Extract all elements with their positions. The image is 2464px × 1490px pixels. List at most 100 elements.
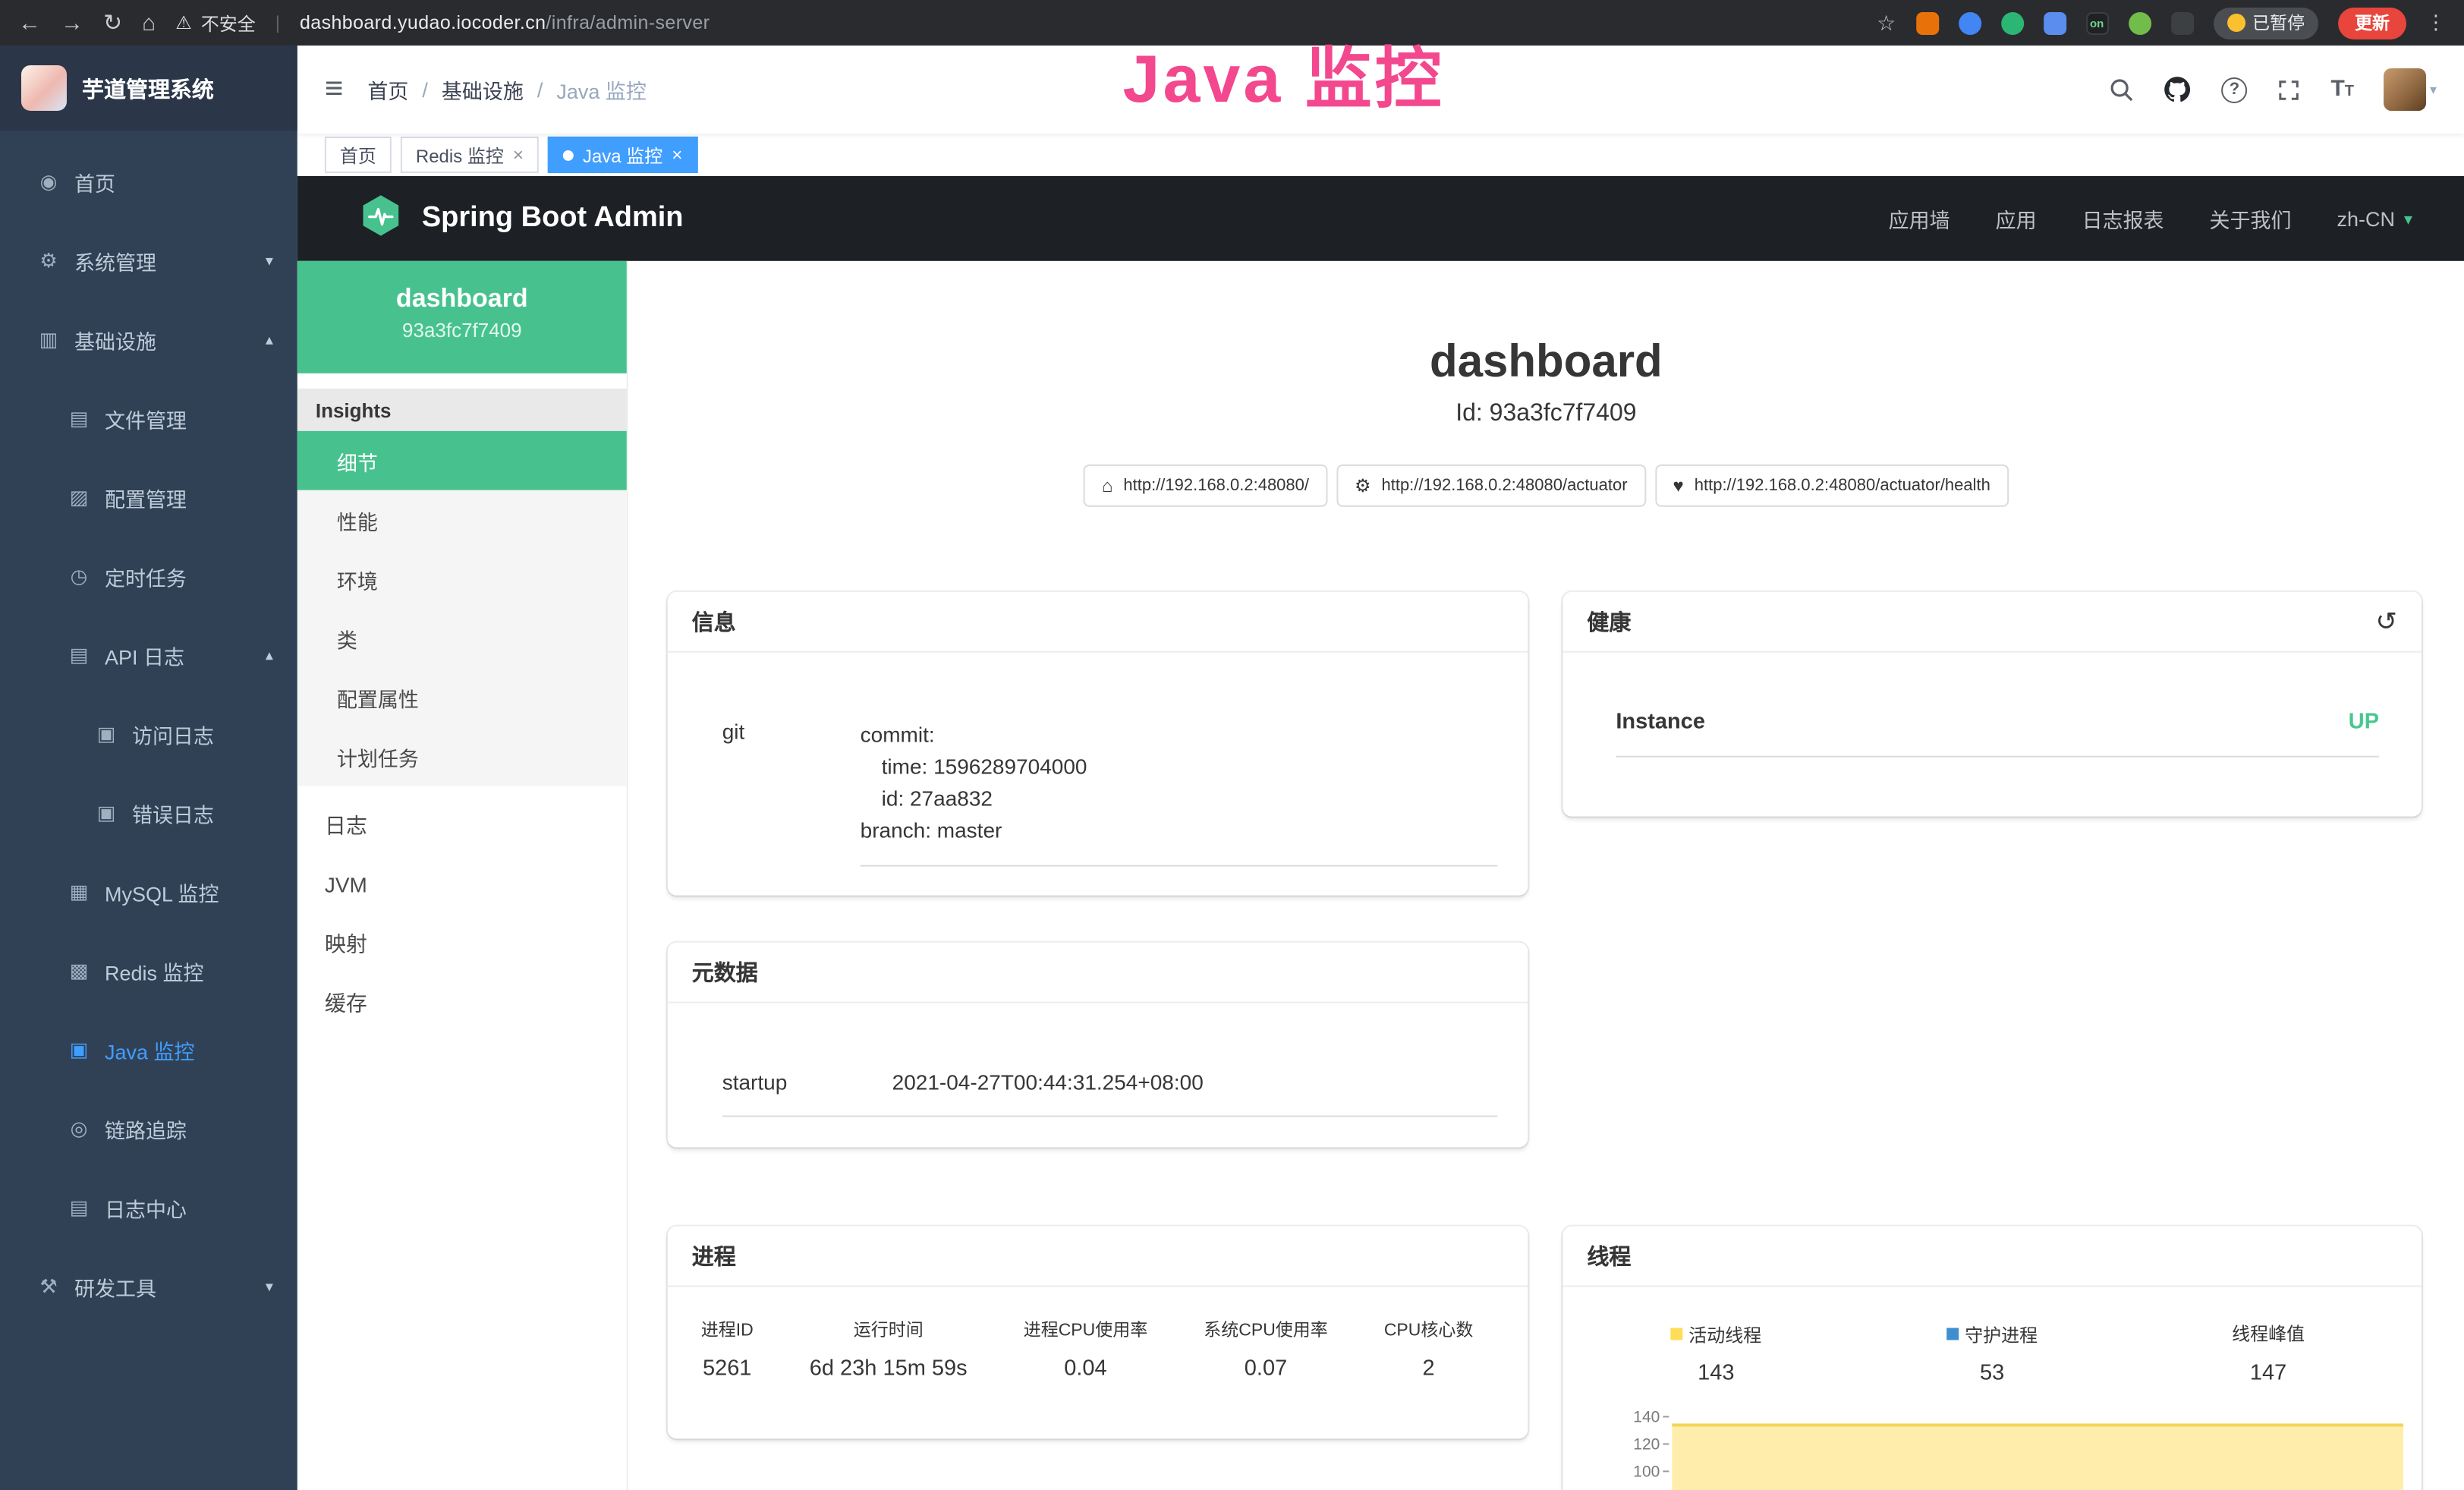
trace-icon: ◎ — [67, 1117, 91, 1142]
sidebar-item-scheduled-job[interactable]: ◷ 定时任务 — [0, 537, 297, 616]
actuator-url-button[interactable]: ⚙ http://192.168.0.2:48080/actuator — [1336, 465, 1646, 507]
card-title: 线程 — [1587, 1240, 1631, 1272]
sba-menu-config-props[interactable]: 配置属性 — [297, 668, 627, 727]
sidebar-item-api-log[interactable]: ▤ API 日志 ▴ — [0, 616, 297, 695]
breadcrumb-home[interactable]: 首页 — [367, 74, 408, 105]
sidebar-item-home[interactable]: ◉ 首页 — [0, 143, 297, 222]
tab-label: Redis 监控 — [416, 142, 504, 168]
search-icon[interactable] — [2110, 77, 2134, 102]
app-logo-row[interactable]: 芋道管理系统 — [0, 46, 297, 131]
sba-menu-mappings[interactable]: 映射 — [297, 914, 627, 973]
timer-icon: ◷ — [67, 565, 91, 589]
edit-icon: ▨ — [67, 486, 91, 510]
browser-home-icon[interactable]: ⌂ — [142, 11, 156, 34]
tab-java-monitor[interactable]: Java 监控 × — [548, 137, 697, 173]
sba-nav-wallboard[interactable]: 应用墙 — [1889, 203, 1950, 234]
git-time-line: time: 1596289704000 — [861, 751, 1498, 783]
threads-chart: 140 120 100 — [1593, 1408, 2403, 1490]
sidebar-item-error-log[interactable]: ▣ 错误日志 — [0, 774, 297, 853]
sba-brand[interactable]: Spring Boot Admin — [422, 202, 684, 235]
paused-badge[interactable]: 已暂停 — [2213, 7, 2318, 39]
sba-menu-logs[interactable]: 日志 — [297, 795, 627, 855]
close-icon[interactable]: × — [672, 144, 682, 165]
forward-icon[interactable]: → — [61, 11, 83, 34]
mysql-icon: ▦ — [67, 880, 91, 905]
legend-value: 53 — [1854, 1361, 2130, 1385]
sba-menu-details[interactable]: 细节 — [297, 431, 627, 490]
extension-icon[interactable] — [2170, 11, 2193, 34]
actuator-url-label: http://192.168.0.2:48080/actuator — [1381, 477, 1627, 495]
font-size-icon[interactable]: TT — [2330, 76, 2354, 103]
extension-icon[interactable] — [1915, 11, 1938, 34]
sidebar-item-redis-monitor[interactable]: ▩ Redis 监控 — [0, 932, 297, 1011]
legend-label: 守护进程 — [1965, 1321, 2038, 1347]
column-header: CPU核心数 — [1384, 1317, 1474, 1341]
y-tick: 140 — [1593, 1408, 1660, 1435]
sidebar-item-access-log[interactable]: ▣ 访问日志 — [0, 695, 297, 774]
instance-url-button[interactable]: ⌂ http://192.168.0.2:48080/ — [1084, 465, 1327, 507]
sba-nav-about[interactable]: 关于我们 — [2210, 203, 2292, 234]
screenshot-root: ← → ↻ ⌂ ⚠ 不安全 | dashboard.yudao.iocoder.… — [0, 0, 2464, 1490]
sidebar-item-trace[interactable]: ◎ 链路追踪 — [0, 1090, 297, 1169]
github-icon[interactable] — [2164, 76, 2192, 103]
sidebar-item-file-manage[interactable]: ▤ 文件管理 — [0, 380, 297, 458]
fullscreen-icon[interactable] — [2277, 78, 2300, 101]
browser-menu-icon[interactable]: ⋮ — [2426, 11, 2446, 35]
metadata-key: startup — [722, 1070, 892, 1095]
card-title: 元数据 — [692, 956, 758, 988]
sidebar-item-system[interactable]: ⚙ 系统管理 ▾ — [0, 222, 297, 301]
language-selector[interactable]: zh-CN ▾ — [2337, 207, 2412, 230]
sba-menu-scheduled-tasks[interactable]: 计划任务 — [297, 727, 627, 786]
history-icon[interactable]: ↺ — [2376, 606, 2397, 637]
spring-boot-admin-logo — [358, 192, 404, 245]
sba-nav-applications[interactable]: 应用 — [1996, 203, 2037, 234]
sba-menu-jvm[interactable]: JVM — [297, 855, 627, 914]
back-icon[interactable]: ← — [18, 11, 41, 34]
health-url-button[interactable]: ♥ http://192.168.0.2:48080/actuator/heal… — [1655, 465, 2009, 507]
sidebar-item-mysql-monitor[interactable]: ▦ MySQL 监控 — [0, 853, 297, 932]
sidebar-item-label: MySQL 监控 — [105, 877, 219, 908]
cell-value: 0.04 — [1024, 1356, 1148, 1381]
sidebar-item-devtools[interactable]: ⚒ 研发工具 ▾ — [0, 1248, 297, 1327]
close-icon[interactable]: × — [513, 144, 524, 165]
collapse-sidebar-icon[interactable]: ≡ — [325, 71, 344, 108]
sidebar-item-log-center[interactable]: ▤ 日志中心 — [0, 1169, 297, 1248]
metadata-value: 2021-04-27T00:44:31.254+08:00 — [892, 1070, 1204, 1095]
help-icon[interactable]: ? — [2221, 77, 2247, 102]
extension-on-badge: on — [2090, 16, 2104, 30]
extension-icon[interactable] — [2128, 11, 2151, 34]
tab-redis-monitor[interactable]: Redis 监控 × — [401, 137, 539, 173]
extension-icon[interactable] — [2000, 11, 2023, 34]
metadata-card: 元数据 startup 2021-04-27T00:44:31.254+08:0… — [668, 943, 1528, 1148]
url-path: /infra/admin-server — [546, 12, 710, 33]
process-col-pid: 进程ID 5261 — [701, 1317, 754, 1381]
log-icon: ▤ — [67, 644, 91, 668]
sba-menu-environment[interactable]: 环境 — [297, 550, 627, 609]
browser-update-button[interactable]: 更新 — [2338, 7, 2406, 39]
user-avatar[interactable]: ▾ — [2384, 68, 2437, 111]
card-title: 信息 — [692, 606, 736, 638]
process-table: 进程ID 5261 运行时间 6d 23h 15m 59s 进程CPU使用率 0… — [668, 1287, 1528, 1381]
extension-icon[interactable]: on — [2085, 11, 2108, 34]
breadcrumb-infra[interactable]: 基础设施 — [442, 74, 524, 105]
info-key: git — [722, 720, 861, 867]
paused-label: 已暂停 — [2252, 11, 2305, 35]
sidebar-item-config-manage[interactable]: ▨ 配置管理 — [0, 458, 297, 537]
tab-home[interactable]: 首页 — [325, 137, 392, 173]
site-security-chip[interactable]: ⚠ 不安全 — [175, 10, 256, 36]
sba-menu-caches[interactable]: 缓存 — [297, 973, 627, 1032]
reload-icon[interactable]: ↻ — [103, 11, 122, 34]
log-center-icon: ▤ — [67, 1196, 91, 1221]
sba-menu-classes[interactable]: 类 — [297, 609, 627, 668]
sidebar-item-infra[interactable]: ▥ 基础设施 ▴ — [0, 301, 297, 380]
sidebar-item-java-monitor[interactable]: ▣ Java 监控 — [0, 1011, 297, 1090]
sba-nav-journal[interactable]: 日志报表 — [2082, 203, 2164, 234]
instance-title: dashboard — [628, 337, 2464, 389]
instance-header[interactable]: dashboard 93a3fc7f7409 — [297, 261, 627, 373]
extension-icon[interactable] — [2043, 11, 2066, 34]
extension-icon[interactable] — [1958, 11, 1981, 34]
tabs-bar: 首页 Redis 监控 × Java 监控 × — [297, 134, 2464, 176]
bookmark-star-icon[interactable]: ☆ — [1877, 10, 1896, 36]
sba-menu-performance[interactable]: 性能 — [297, 490, 627, 550]
address-bar[interactable]: dashboard.yudao.iocoder.cn/infra/admin-s… — [300, 12, 710, 33]
